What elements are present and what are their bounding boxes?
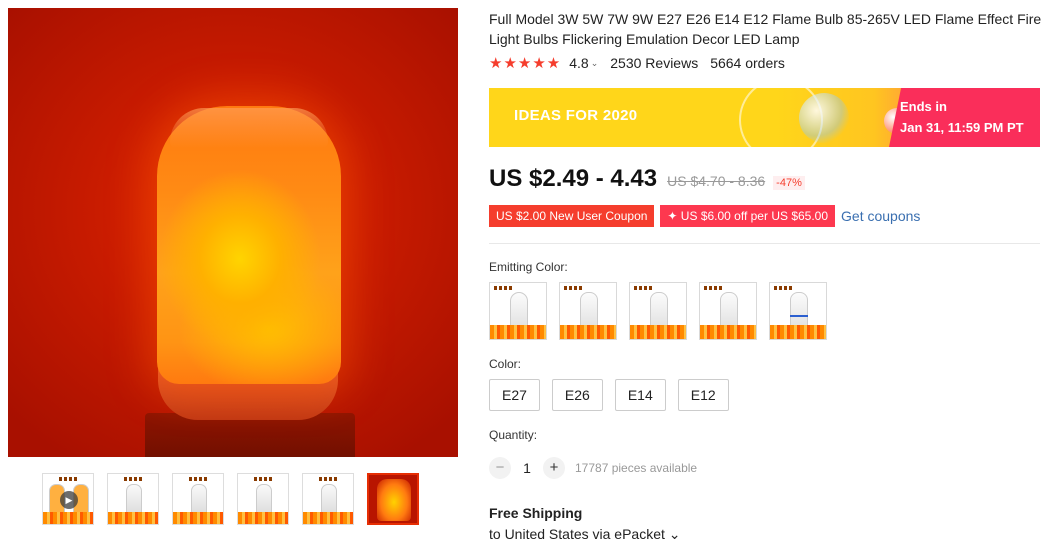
- thumbnail-video[interactable]: ▶: [42, 473, 94, 525]
- color-option-e27[interactable]: E27: [489, 379, 540, 411]
- thumbnail-badge: [59, 477, 79, 481]
- swatch-badge: [564, 286, 584, 290]
- thumbnail-flames: [108, 512, 158, 524]
- emitting-color-option-2[interactable]: [559, 282, 617, 340]
- swatch-bulb: [720, 292, 738, 328]
- current-price: US $2.49 - 4.43: [489, 165, 658, 192]
- original-price: US $4.70 - 8.36: [667, 173, 766, 189]
- shipping-title: Free Shipping: [489, 505, 583, 521]
- coupon-row: US $2.00 New User Coupon ✦ US $6.00 off …: [489, 205, 920, 227]
- promo-banner[interactable]: IDEAS FOR 2020 Ends in Jan 31, 11:59 PM …: [489, 88, 1040, 147]
- ends-label: Ends in: [900, 99, 947, 114]
- quantity-stepper: − 1 + 17787 pieces available: [489, 457, 697, 479]
- get-coupons-link[interactable]: Get coupons: [841, 208, 920, 224]
- color-label: Color:: [489, 357, 522, 371]
- thumbnail-flames: [303, 512, 353, 524]
- thumbnail-4[interactable]: [237, 473, 289, 525]
- star-rating-icon: ★★★★★: [489, 55, 562, 72]
- thumbnail-flames: [43, 512, 93, 524]
- thumbnail-badge: [319, 477, 339, 481]
- chevron-down-icon[interactable]: ⌄: [591, 58, 599, 69]
- main-product-image[interactable]: [8, 8, 458, 457]
- swatch-flames: [630, 325, 686, 339]
- thumbnail-flame: [377, 479, 411, 521]
- countdown-panel: [889, 88, 1040, 147]
- color-option-e12[interactable]: E12: [677, 379, 729, 411]
- thumbnail-badge: [254, 477, 274, 481]
- quantity-label: Quantity:: [489, 428, 538, 442]
- swatch-blue-ring: [790, 315, 808, 317]
- banner-bubble: [799, 93, 849, 143]
- swatch-bulb: [650, 292, 668, 328]
- product-title: Full Model 3W 5W 7W 9W E27 E26 E14 E12 F…: [489, 11, 1042, 47]
- quantity-decrease-button[interactable]: −: [489, 457, 511, 479]
- quantity-increase-button[interactable]: +: [543, 457, 565, 479]
- banner-title: IDEAS FOR 2020: [514, 107, 638, 124]
- emitting-color-option-1[interactable]: [489, 282, 547, 340]
- swatch-flames: [770, 325, 826, 339]
- stock-available: 17787 pieces available: [575, 461, 698, 475]
- reviews-count[interactable]: 2530 Reviews: [610, 55, 698, 71]
- thumbnail-flames: [238, 512, 288, 524]
- swatch-flames: [490, 325, 546, 339]
- play-icon: ▶: [60, 491, 78, 509]
- color-option-e26[interactable]: E26: [551, 379, 603, 411]
- thumbnail-3[interactable]: [172, 473, 224, 525]
- swatch-flames: [560, 325, 616, 339]
- thumbnail-5[interactable]: [302, 473, 354, 525]
- emitting-color-option-3[interactable]: [629, 282, 687, 340]
- rating-value[interactable]: 4.8: [569, 55, 588, 71]
- swatch-flames: [700, 325, 756, 339]
- color-options: E27 E26 E14 E12: [489, 379, 741, 411]
- emitting-color-label: Emitting Color:: [489, 260, 568, 274]
- swatch-badge: [494, 286, 514, 290]
- thumbnail-badge: [124, 477, 144, 481]
- swatch-badge: [634, 286, 654, 290]
- thumbnail-2[interactable]: [107, 473, 159, 525]
- thumbnail-badge: [189, 477, 209, 481]
- price-row: US $2.49 - 4.43 US $4.70 - 8.36 -47%: [489, 165, 805, 193]
- emitting-color-option-5[interactable]: [769, 282, 827, 340]
- swatch-bulb: [510, 292, 528, 328]
- color-option-e14[interactable]: E14: [614, 379, 666, 411]
- swatch-badge: [704, 286, 724, 290]
- rating-row: ★★★★★ 4.8 ⌄ 2530 Reviews 5664 orders: [489, 53, 785, 73]
- discount-badge: -47%: [773, 176, 805, 190]
- thumbnail-6-selected[interactable]: [367, 473, 419, 525]
- orders-count: 5664 orders: [710, 55, 785, 71]
- quantity-input[interactable]: 1: [511, 460, 543, 476]
- swatch-bulb: [790, 292, 808, 328]
- divider: [489, 243, 1040, 244]
- store-coupon[interactable]: ✦ US $6.00 off per US $65.00: [660, 205, 836, 227]
- new-user-coupon[interactable]: US $2.00 New User Coupon: [489, 205, 655, 227]
- swatch-bulb: [580, 292, 598, 328]
- emitting-color-option-4[interactable]: [699, 282, 757, 340]
- thumbnail-flames: [173, 512, 223, 524]
- shipping-method-selector[interactable]: to United States via ePacket ⌄: [489, 526, 681, 543]
- ends-date: Jan 31, 11:59 PM PT: [900, 120, 1024, 135]
- bulb-highlight: [170, 108, 328, 148]
- swatch-badge: [774, 286, 794, 290]
